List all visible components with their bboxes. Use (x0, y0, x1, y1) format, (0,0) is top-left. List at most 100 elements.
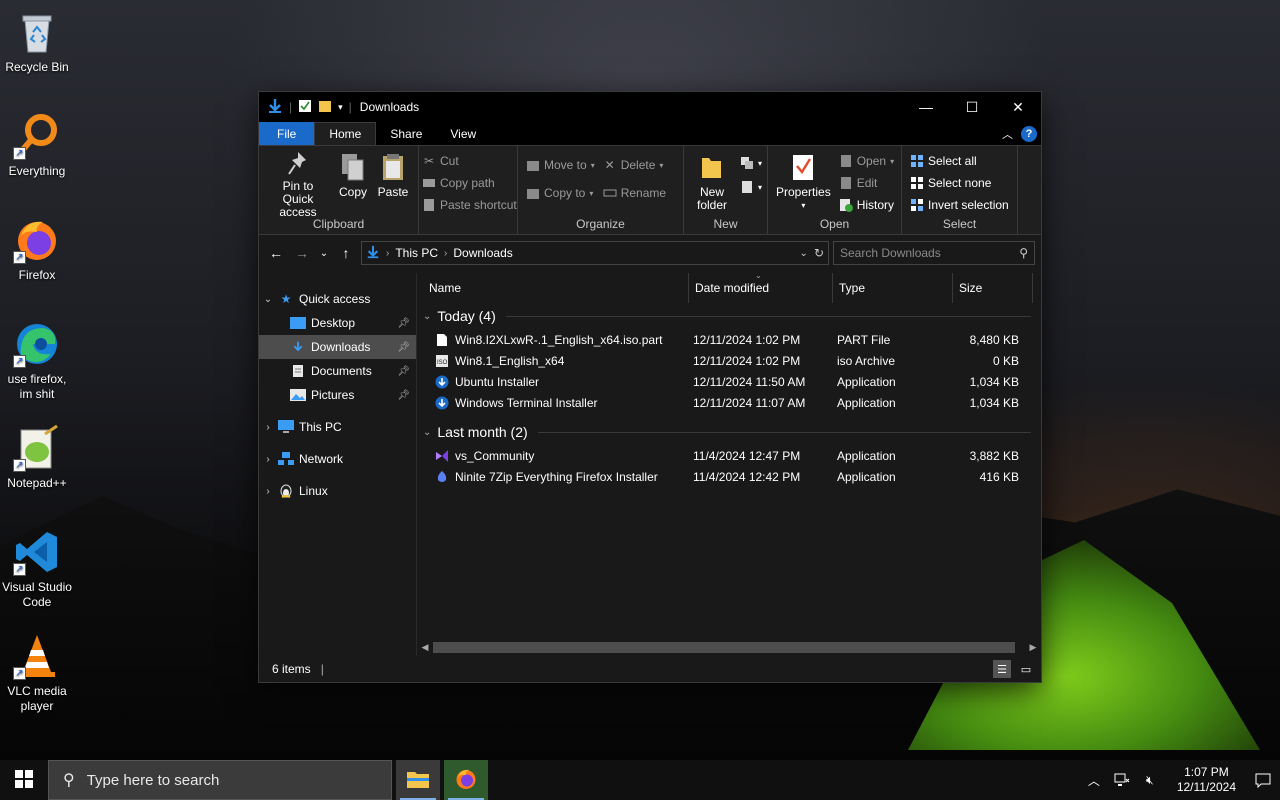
desktop-icon-edge[interactable]: ↗ use firefox, im shit (2, 320, 72, 402)
copy-to-button[interactable]: Copy to ▾ (526, 184, 595, 202)
group-header-last-month[interactable]: ⌄ Last month (2) (417, 419, 1041, 445)
taskbar-file-explorer[interactable] (396, 760, 440, 800)
pin-to-quick-access-button[interactable]: Pin to Quick access (263, 150, 333, 219)
tab-file[interactable]: File (259, 122, 315, 145)
scroll-left-icon[interactable]: ◀ (417, 642, 433, 653)
chevron-down-icon[interactable]: ▾ (338, 102, 343, 113)
copy-button[interactable]: Copy (333, 150, 373, 216)
item-count: 6 items (272, 662, 311, 676)
desktop-icon-firefox[interactable]: ↗ Firefox (2, 216, 72, 283)
select-none-button[interactable]: Select none (910, 174, 1009, 192)
invert-selection-button[interactable]: Invert selection (910, 196, 1009, 214)
nav-documents[interactable]: Documents 📌︎ (259, 359, 416, 383)
column-headers: Name Date modified ⌄ Type Size (417, 271, 1041, 303)
recent-locations-button[interactable]: ⌄ (317, 242, 331, 264)
table-row[interactable]: ISO Win8.1_English_x64 12/11/2024 1:02 PM… (417, 350, 1041, 371)
scroll-right-icon[interactable]: ▶ (1025, 642, 1041, 653)
nav-quick-access[interactable]: ⌄ ★ Quick access (259, 287, 416, 311)
address-bar[interactable]: › This PC › Downloads ⌄ ↻ (361, 241, 829, 265)
select-all-button[interactable]: Select all (910, 152, 1009, 170)
clock[interactable]: 1:07 PM 12/11/2024 (1177, 765, 1236, 795)
taskbar-search-box[interactable]: ⚲ Type here to search (48, 760, 392, 800)
tab-home[interactable]: Home (314, 122, 377, 145)
table-row[interactable]: Win8.I2XLxwR-.1_English_x64.iso.part 12/… (417, 329, 1041, 350)
tab-share[interactable]: Share (376, 122, 436, 145)
back-button[interactable]: ← (265, 242, 287, 264)
nav-network[interactable]: › Network (259, 447, 416, 471)
delete-button[interactable]: ✕ Delete ▾ (603, 156, 666, 174)
paste-shortcut-button[interactable]: Paste shortcut (422, 196, 517, 214)
desktop-icon-recycle-bin[interactable]: Recycle Bin (2, 8, 72, 75)
open-group-label: Open (819, 217, 850, 231)
pin-icon: 📌︎ (397, 341, 410, 353)
properties-check-icon[interactable] (298, 99, 312, 116)
tab-view[interactable]: View (436, 122, 490, 145)
move-to-button[interactable]: Move to ▾ (526, 156, 595, 174)
search-input[interactable] (840, 246, 1010, 260)
file-name: Windows Terminal Installer (455, 395, 598, 410)
paste-button[interactable]: Paste (373, 150, 413, 216)
history-icon (839, 198, 853, 212)
copy-path-button[interactable]: Copy path (422, 174, 517, 192)
show-hidden-icons-chevron-up-icon[interactable]: ︿ (1085, 771, 1103, 789)
new-item-button[interactable]: ▾ (740, 154, 762, 172)
breadcrumb-this-pc[interactable]: This PC (395, 246, 438, 260)
nav-downloads[interactable]: Downloads 📌︎ (259, 335, 416, 359)
system-tray: ︿ 🔇︎ 1:07 PM 12/11/2024 (1085, 760, 1280, 800)
breadcrumb-downloads[interactable]: Downloads (453, 246, 512, 260)
group-header-today[interactable]: ⌄ Today (4) (417, 303, 1041, 329)
file-explorer-window: | ▾ | Downloads — ☐ ✕ File Home Share Vi… (258, 91, 1042, 683)
easy-access-button[interactable]: ▾ (740, 178, 762, 196)
notifications-icon[interactable] (1254, 771, 1272, 789)
open-button[interactable]: Open ▾ (839, 152, 894, 170)
column-header-name[interactable]: Name (417, 272, 689, 303)
iso-disc-image-icon: ISO (435, 354, 449, 368)
table-row[interactable]: Ninite 7Zip Everything Firefox Installer… (417, 466, 1041, 487)
desktop-icon-vlc[interactable]: ↗ VLC media player (2, 632, 72, 714)
desktop-icon-everything[interactable]: ↗ Everything (2, 112, 72, 179)
desktop-icon-vscode[interactable]: ↗ Visual Studio Code (2, 528, 72, 610)
nav-linux[interactable]: › Linux (259, 479, 416, 503)
nav-desktop[interactable]: Desktop 📌︎ (259, 311, 416, 335)
forward-button[interactable]: → (291, 242, 313, 264)
explorer-body: ⌄ ★ Quick access Desktop 📌︎ Downloads 📌︎… (259, 271, 1041, 656)
maximize-button[interactable]: ☐ (949, 92, 995, 122)
desktop-icon-notepadpp[interactable]: ↗ Notepad++ (2, 424, 72, 491)
table-row[interactable]: vs_Community 11/4/2024 12:47 PM Applicat… (417, 445, 1041, 466)
large-icons-view-button[interactable]: ▭ (1017, 660, 1035, 678)
nav-this-pc[interactable]: › This PC (259, 415, 416, 439)
select-group-label: Select (942, 217, 977, 231)
volume-muted-icon[interactable]: 🔇︎ (1141, 771, 1159, 789)
group-title: Last month (2) (437, 424, 528, 440)
title-bar[interactable]: | ▾ | Downloads — ☐ ✕ (259, 92, 1041, 122)
column-header-type[interactable]: Type (833, 272, 953, 303)
horizontal-scrollbar[interactable]: ◀ ▶ (417, 639, 1041, 656)
properties-button[interactable]: Properties ▾ (772, 150, 835, 216)
minimize-button[interactable]: — (903, 92, 949, 122)
new-folder-button[interactable]: New folder (688, 150, 736, 216)
new-folder-icon[interactable] (318, 99, 332, 116)
address-dropdown-icon[interactable]: ⌄ (800, 248, 808, 259)
shortcut-arrow-icon: ↗ (13, 355, 26, 368)
close-button[interactable]: ✕ (995, 92, 1041, 122)
rename-button[interactable]: Rename (603, 184, 666, 202)
up-button[interactable]: ↑ (335, 242, 357, 264)
help-icon[interactable]: ? (1021, 125, 1037, 142)
column-header-date-modified[interactable]: Date modified ⌄ (689, 271, 833, 303)
table-row[interactable]: Windows Terminal Installer 12/11/2024 11… (417, 392, 1041, 413)
nav-pictures[interactable]: Pictures 📌︎ (259, 383, 416, 407)
collapse-ribbon-icon[interactable]: ︿ (1002, 126, 1013, 142)
details-view-button[interactable]: ☰ (993, 660, 1011, 678)
history-button[interactable]: History (839, 196, 894, 214)
edit-button[interactable]: Edit (839, 174, 894, 192)
navigation-pane: ⌄ ★ Quick access Desktop 📌︎ Downloads 📌︎… (259, 273, 417, 656)
refresh-icon[interactable]: ↻ (814, 246, 824, 260)
start-button[interactable] (0, 760, 48, 800)
taskbar-firefox[interactable] (444, 760, 488, 800)
table-row[interactable]: Ubuntu Installer 12/11/2024 11:50 AM App… (417, 371, 1041, 392)
column-header-size[interactable]: Size (953, 272, 1033, 303)
network-status-icon[interactable] (1113, 771, 1131, 789)
scrollbar-thumb[interactable] (433, 642, 1015, 653)
cut-button[interactable]: ✂ Cut (422, 152, 517, 170)
search-box[interactable]: ⚲ (833, 241, 1035, 265)
